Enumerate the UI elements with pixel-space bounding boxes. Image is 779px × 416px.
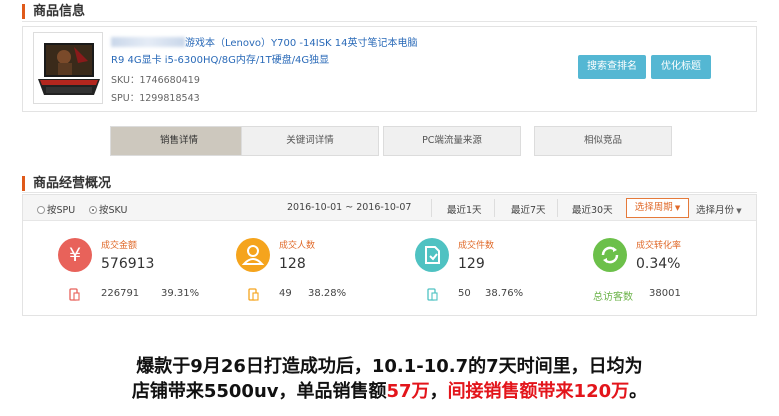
- yen-icon: ¥: [58, 238, 92, 272]
- tab-pc-traffic-source[interactable]: PC端流量来源: [383, 126, 521, 156]
- mobile-percent: 39.31%: [161, 288, 200, 299]
- caption-line-1: 爆款于9月26日打造成功后，10.1-10.7的7天时间里，日均为: [136, 356, 643, 377]
- optimize-title-button[interactable]: 优化标题: [651, 55, 711, 79]
- metric-value: 129: [458, 256, 485, 272]
- filter-bar: 按SPU 按SKU 2016-10-01 ~ 2016-10-07 最近1天 最…: [23, 195, 756, 221]
- radio-dot-selected: [89, 206, 97, 214]
- mobile-percent: 38.76%: [485, 288, 524, 299]
- search-rank-button[interactable]: 搜索查排名: [578, 55, 646, 79]
- total-visitors-value: 38001: [649, 288, 681, 299]
- product-name-line1[interactable]: 游戏本（Lenovo）Y700 -14ISK 14英寸笔记本电脑: [111, 37, 418, 51]
- metric-label: 成交转化率: [636, 241, 682, 251]
- total-visitors-label: 总访客数: [593, 292, 633, 303]
- tab-similar-products[interactable]: 相似竞品: [534, 126, 672, 156]
- overview-section-title: 商品经营概况: [22, 176, 111, 191]
- tab-sales-detail[interactable]: 销售详情: [110, 126, 248, 156]
- last-30-days-button[interactable]: 最近30天: [572, 202, 613, 216]
- divider: [494, 199, 495, 217]
- blurred-brand: [111, 37, 185, 47]
- overview-panel: 按SPU 按SKU 2016-10-01 ~ 2016-10-07 最近1天 最…: [22, 194, 757, 316]
- metric-label: 成交人数: [279, 241, 316, 251]
- last-7-days-button[interactable]: 最近7天: [511, 202, 546, 216]
- caret-down-icon: ▼: [672, 204, 681, 212]
- product-section-title: 商品信息: [22, 4, 85, 19]
- mobile-icon: [427, 288, 438, 301]
- caption-line-2: 店铺带来5500uv，单品销售额57万，间接销售额带来120万。: [131, 381, 648, 402]
- divider: [431, 199, 432, 217]
- metric-value: 0.34%: [636, 256, 681, 272]
- radio-dot: [37, 206, 45, 214]
- product-card: 游戏本（Lenovo）Y700 -14ISK 14英寸笔记本电脑 R9 4G显卡…: [22, 26, 757, 112]
- product-spu: SPU：1299818543: [111, 93, 200, 104]
- refresh-icon: [593, 238, 627, 272]
- order-icon: [415, 238, 449, 272]
- radio-by-sku[interactable]: 按SKU: [89, 202, 127, 216]
- last-1-day-button[interactable]: 最近1天: [447, 202, 482, 216]
- product-sku: SKU：1746680419: [111, 75, 200, 86]
- metric-label: 成交件数: [458, 241, 495, 251]
- caret-down-icon: ▼: [734, 207, 742, 215]
- metric-value: 576913: [101, 256, 155, 272]
- mobile-value: 50: [458, 288, 471, 299]
- mobile-icon: [248, 288, 259, 301]
- laptop-image[interactable]: [33, 32, 103, 104]
- metric-value: 128: [279, 256, 306, 272]
- radio-by-spu[interactable]: 按SPU: [37, 202, 75, 216]
- mobile-icon: [69, 288, 80, 301]
- date-range: 2016-10-01 ~ 2016-10-07: [287, 202, 412, 213]
- choose-period-dropdown[interactable]: 选择周期 ▼: [626, 198, 689, 218]
- section-divider: [22, 21, 757, 22]
- tab-keyword-detail[interactable]: 关键词详情: [241, 126, 379, 156]
- mobile-percent: 38.28%: [308, 288, 347, 299]
- product-name-line2[interactable]: R9 4G显卡 i5-6300HQ/8G内存/1T硬盘/4G独显: [111, 54, 329, 68]
- mobile-value: 49: [279, 288, 292, 299]
- user-icon: [236, 238, 270, 272]
- divider: [557, 199, 558, 217]
- section-divider: [22, 192, 757, 193]
- choose-month-dropdown[interactable]: 选择月份 ▼: [696, 202, 742, 216]
- mobile-value: 226791: [101, 288, 140, 299]
- metric-label: 成交金额: [101, 241, 138, 251]
